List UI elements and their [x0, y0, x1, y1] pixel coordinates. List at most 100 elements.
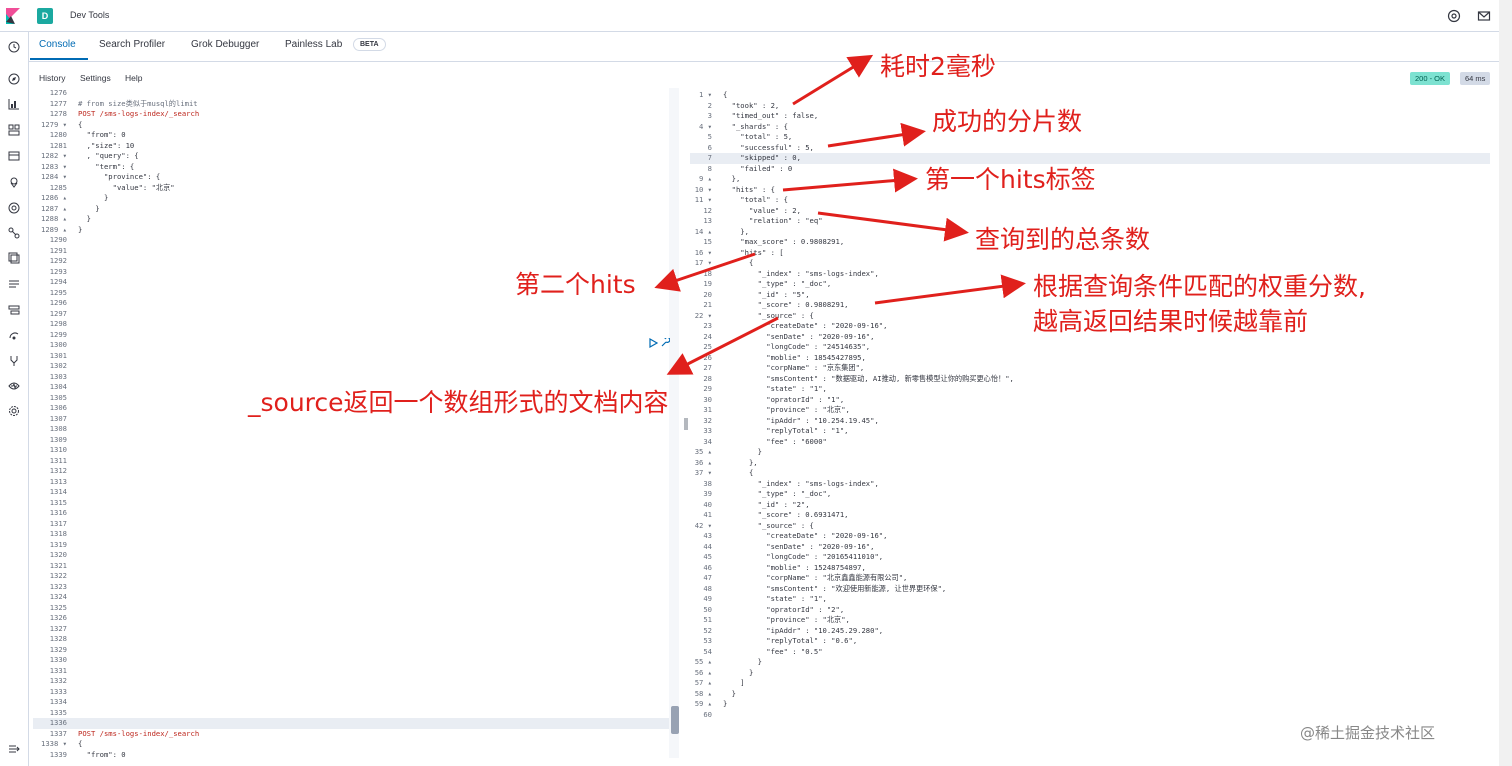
infrastructure-icon[interactable] [8, 252, 20, 264]
send-request-play-icon[interactable] [648, 338, 658, 348]
code-line[interactable]: 1336 [33, 718, 679, 729]
code-line[interactable]: 1297 [33, 309, 679, 320]
code-line[interactable]: 1333 [33, 687, 679, 698]
request-editor-scroll-thumb[interactable] [671, 706, 679, 734]
code-line[interactable]: 1318 [33, 529, 679, 540]
code-line[interactable]: 31 "province" : "北京", [690, 405, 1490, 416]
code-line[interactable]: 36 ▴ }, [690, 458, 1490, 469]
code-line[interactable]: 34 "fee" : "6000" [690, 437, 1490, 448]
tab-grok-debugger[interactable]: Grok Debugger [191, 39, 259, 50]
code-line[interactable]: 1278 POST /sms-logs-index/_search [33, 109, 679, 120]
code-line[interactable]: 47 "corpName" : "北京鑫鑫能源有限公司", [690, 573, 1490, 584]
code-line[interactable]: 1277 # from size类似于musql的limit [33, 99, 679, 110]
apm-icon[interactable] [8, 304, 20, 316]
code-line[interactable]: 1325 [33, 603, 679, 614]
code-line[interactable]: 44 "senDate" : "2020-09-16", [690, 542, 1490, 553]
code-line[interactable]: 43 "createDate" : "2020-09-16", [690, 531, 1490, 542]
code-line[interactable]: 1324 [33, 592, 679, 603]
code-line[interactable]: 1313 [33, 477, 679, 488]
code-line[interactable]: 48 "smsContent" : "欢迎使用新能源, 让世界更环保", [690, 584, 1490, 595]
code-line[interactable]: 1276 [33, 88, 679, 99]
code-line[interactable]: 17 ▾ { [690, 258, 1490, 269]
code-line[interactable]: 50 "opratorId" : "2", [690, 605, 1490, 616]
request-editor[interactable]: 1276 1277 # from size类似于musql的limit 1278 POS… [33, 88, 679, 758]
panel-resize-handle[interactable] [683, 88, 689, 758]
code-line[interactable]: 55 ▴ } [690, 657, 1490, 668]
code-line[interactable]: 46 "moblie" : 15248754897, [690, 563, 1490, 574]
maps-icon[interactable] [8, 176, 20, 188]
dev-tools-icon[interactable] [8, 355, 20, 367]
window-scrollbar[interactable] [1499, 0, 1512, 766]
code-line[interactable]: 1308 [33, 424, 679, 435]
code-line[interactable]: 1280 "from": 0 [33, 130, 679, 141]
code-line[interactable]: 1326 [33, 613, 679, 624]
code-line[interactable]: 1281 ,"size": 10 [33, 141, 679, 152]
code-line[interactable]: 59 ▴} [690, 699, 1490, 710]
monitoring-icon[interactable] [8, 380, 20, 392]
code-line[interactable]: 1287 ▴ } [33, 204, 679, 215]
code-line[interactable]: 1301 [33, 351, 679, 362]
code-line[interactable]: 1290 [33, 235, 679, 246]
code-line[interactable]: 1319 [33, 540, 679, 551]
code-line[interactable]: 26 "moblie" : 18545427895, [690, 353, 1490, 364]
code-line[interactable]: 1317 [33, 519, 679, 530]
code-line[interactable]: 1310 [33, 445, 679, 456]
code-line[interactable]: 1 ▾ { [690, 90, 1490, 101]
code-line[interactable]: 5 "total" : 5, [690, 132, 1490, 143]
collapse-nav-icon[interactable] [8, 743, 20, 755]
graph-icon[interactable] [8, 227, 20, 239]
code-line[interactable]: 1298 [33, 319, 679, 330]
code-line[interactable]: 42 ▾ "_source" : { [690, 521, 1490, 532]
code-line[interactable]: 1285 "value": "北京" [33, 183, 679, 194]
code-line[interactable]: 1330 [33, 655, 679, 666]
logs-icon[interactable] [8, 278, 20, 290]
code-line[interactable]: 1299 [33, 330, 679, 341]
code-line[interactable]: 37 ▾ { [690, 468, 1490, 479]
code-line[interactable]: 11 ▾ "total" : { [690, 195, 1490, 206]
code-line[interactable]: 1338 ▾ { [33, 739, 679, 750]
code-line[interactable]: 29 "state" : "1", [690, 384, 1490, 395]
code-line[interactable]: 1334 [33, 697, 679, 708]
code-line[interactable]: 1300 [33, 340, 679, 351]
code-line[interactable]: 1291 [33, 246, 679, 257]
code-line[interactable]: 1309 [33, 435, 679, 446]
code-line[interactable]: 1339 "from": 0 [33, 750, 679, 759]
code-line[interactable]: 35 ▴ } [690, 447, 1490, 458]
code-line[interactable]: 1316 [33, 508, 679, 519]
code-line[interactable]: 1327 [33, 624, 679, 635]
code-line[interactable]: 27 "corpName" : "京东集团", [690, 363, 1490, 374]
code-line[interactable]: 45 "longCode" : "20165411010", [690, 552, 1490, 563]
kibana-logo-icon[interactable] [6, 8, 20, 24]
code-line[interactable]: 39 "_type" : "_doc", [690, 489, 1490, 500]
code-line[interactable]: 56 ▴ } [690, 668, 1490, 679]
mail-icon[interactable] [1477, 9, 1491, 23]
code-line[interactable]: 1320 [33, 550, 679, 561]
code-line[interactable]: 1288 ▴ } [33, 214, 679, 225]
app-badge[interactable]: D [37, 8, 53, 24]
code-line[interactable]: 60 [690, 710, 1490, 721]
code-line[interactable]: 1329 [33, 645, 679, 656]
code-line[interactable]: 1331 [33, 666, 679, 677]
code-line[interactable]: 1321 [33, 561, 679, 572]
code-line[interactable]: 1335 [33, 708, 679, 719]
code-line[interactable]: 54 "fee" : "0.5" [690, 647, 1490, 658]
code-line[interactable]: 33 "replyTotal" : "1", [690, 426, 1490, 437]
code-line[interactable]: 57 ▴ ] [690, 678, 1490, 689]
code-line[interactable]: 1292 [33, 256, 679, 267]
tab-search-profiler[interactable]: Search Profiler [99, 39, 165, 50]
wrench-icon[interactable] [660, 338, 670, 348]
code-line[interactable]: 1312 [33, 466, 679, 477]
request-editor-scrollbar[interactable] [669, 88, 679, 758]
code-line[interactable]: 1328 [33, 634, 679, 645]
help-globe-icon[interactable] [1447, 9, 1461, 23]
code-line[interactable]: 49 "state" : "1", [690, 594, 1490, 605]
code-line[interactable]: 12 "value" : 2, [690, 206, 1490, 217]
code-line[interactable]: 6 "successful" : 5, [690, 143, 1490, 154]
code-line[interactable]: 53 "replyTotal" : "0.6", [690, 636, 1490, 647]
settings-link[interactable]: Settings [80, 73, 111, 83]
clock-icon[interactable] [8, 41, 20, 53]
visualize-icon[interactable] [8, 98, 20, 110]
code-line[interactable]: 30 "opratorId" : "1", [690, 395, 1490, 406]
code-line[interactable]: 41 "_score" : 0.6931471, [690, 510, 1490, 521]
code-line[interactable]: 1284 ▾ "province": { [33, 172, 679, 183]
